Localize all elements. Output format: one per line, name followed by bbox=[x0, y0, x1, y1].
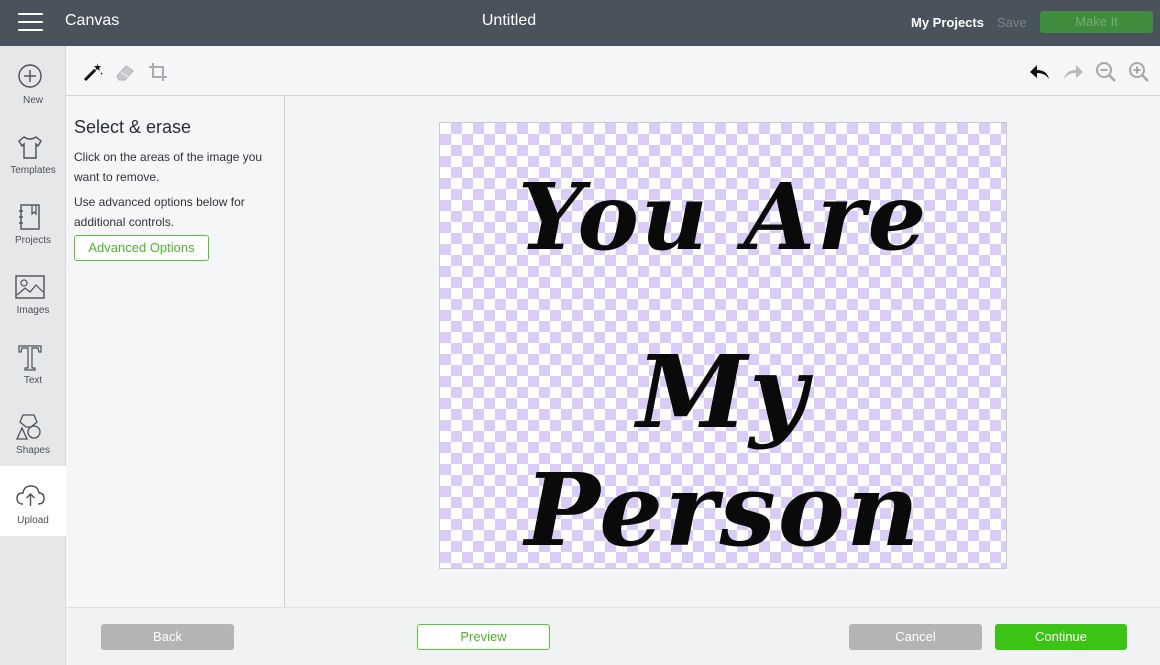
sidebar-item-new[interactable]: New bbox=[0, 46, 66, 116]
sidebar-item-label: Shapes bbox=[16, 445, 50, 456]
text-t-icon bbox=[18, 345, 42, 371]
sidebar-item-images[interactable]: Images bbox=[0, 256, 66, 326]
panel-instructions: Click on the areas of the image you want… bbox=[74, 150, 263, 184]
cancel-button[interactable]: Cancel bbox=[849, 624, 982, 650]
magic-wand-icon[interactable] bbox=[82, 61, 104, 83]
top-bar: Canvas Untitled My Projects Save Make It bbox=[0, 0, 1160, 46]
upload-cloud-icon bbox=[16, 485, 45, 506]
zoom-out-icon[interactable] bbox=[1095, 61, 1117, 83]
uploaded-image-canvas[interactable]: You Are My Person bbox=[439, 122, 1007, 569]
sidebar-item-shapes[interactable]: Shapes bbox=[0, 396, 66, 466]
save-button[interactable]: Save bbox=[997, 15, 1027, 30]
document-title[interactable]: Untitled bbox=[0, 12, 1018, 30]
sidebar-item-label: New bbox=[22, 95, 43, 106]
plus-circle-icon bbox=[18, 64, 42, 88]
sidebar-item-label: Images bbox=[16, 305, 50, 316]
back-button[interactable]: Back bbox=[101, 624, 234, 650]
crop-icon[interactable] bbox=[148, 62, 168, 82]
make-it-button[interactable]: Make It bbox=[1040, 11, 1153, 33]
zoom-in-icon[interactable] bbox=[1128, 61, 1150, 83]
notebook-icon bbox=[19, 204, 40, 230]
sidebar-item-label: Upload bbox=[17, 515, 49, 526]
advanced-options-button[interactable]: Advanced Options bbox=[74, 235, 209, 261]
continue-button[interactable]: Continue bbox=[995, 624, 1127, 650]
tshirt-icon bbox=[18, 136, 42, 159]
eraser-icon[interactable] bbox=[114, 62, 136, 82]
preview-button[interactable]: Preview bbox=[417, 624, 550, 650]
my-projects-link[interactable]: My Projects bbox=[911, 15, 984, 30]
sidebar-item-label: Text bbox=[23, 375, 43, 386]
select-erase-panel: Select & erase Click on the areas of the… bbox=[66, 96, 285, 607]
panel-title: Select & erase bbox=[74, 117, 192, 137]
redo-icon[interactable] bbox=[1061, 62, 1085, 82]
sidebar-item-templates[interactable]: Templates bbox=[0, 116, 66, 186]
toolbar bbox=[66, 46, 1160, 96]
sidebar-item-text[interactable]: Text bbox=[0, 326, 66, 396]
image-text-line-1: You Are bbox=[517, 163, 929, 271]
sidebar-item-label: Projects bbox=[14, 235, 52, 246]
left-sidebar: New Templates Projects Images Text Shape… bbox=[0, 46, 66, 665]
shapes-icon bbox=[15, 414, 41, 440]
image-text-line-2: My Person bbox=[524, 333, 922, 569]
sidebar-item-upload[interactable]: Upload bbox=[0, 466, 66, 536]
sidebar-item-projects[interactable]: Projects bbox=[0, 186, 66, 256]
panel-advanced-note: Use advanced options below for additiona… bbox=[74, 195, 245, 229]
sidebar-item-label: Templates bbox=[10, 165, 56, 176]
image-icon bbox=[15, 275, 45, 299]
undo-icon[interactable] bbox=[1028, 62, 1052, 82]
